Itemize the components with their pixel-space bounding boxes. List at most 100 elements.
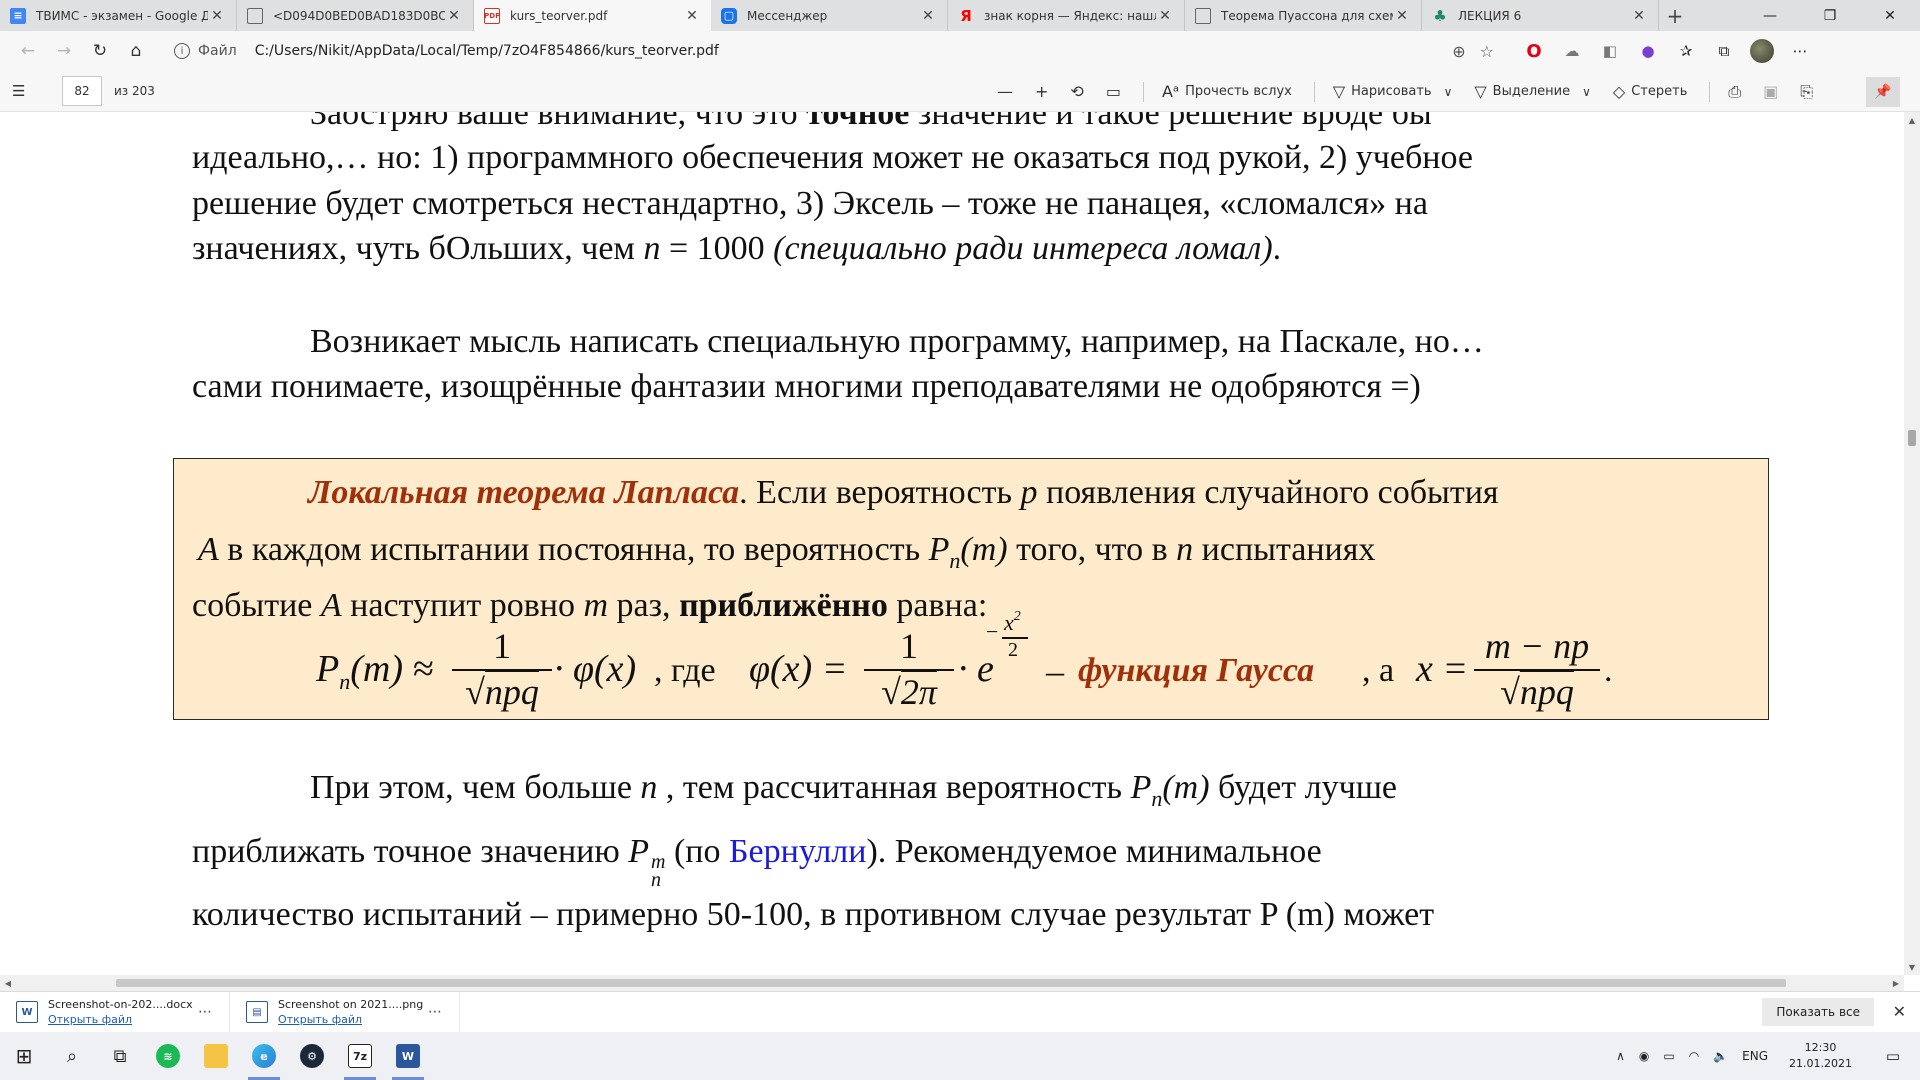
paragraph-line: решение будет смотреться нестандартно, 3… [192, 185, 1428, 222]
close-icon[interactable]: ✕ [1893, 1002, 1906, 1021]
download-filename: Screenshot-on-202....docx [48, 998, 193, 1011]
show-all-downloads-button[interactable]: Показать все [1762, 998, 1874, 1026]
download-item[interactable]: W Screenshot-on-202....docx Открыть файл… [0, 991, 230, 1033]
tab-yandex-search[interactable]: Я знак корня — Яндекс: нашлось ✕ [948, 0, 1185, 31]
zoom-in-button[interactable]: + [1035, 82, 1048, 101]
save-button[interactable]: ▣ [1763, 82, 1778, 101]
document-icon [247, 7, 263, 24]
math-superscript: 2 [1013, 609, 1021, 624]
refresh-icon[interactable]: ↻ [82, 35, 118, 67]
chevron-down-icon[interactable]: ∨ [1444, 85, 1453, 99]
collections-icon[interactable]: ⧉ [1712, 39, 1736, 63]
pdf-viewport: Заостряю ваше внимание, что это точное з… [0, 112, 1904, 975]
minimize-icon[interactable]: — [1740, 0, 1800, 31]
show-hidden-icons-icon[interactable]: ∧ [1616, 1049, 1625, 1063]
tab-google-docs[interactable]: ≡ ТВИМС - экзамен - Google Док ✕ [0, 0, 237, 31]
formula-x-def: x = [1416, 648, 1469, 690]
spotify-icon[interactable]: ≋ [144, 1032, 192, 1080]
favorite-star-icon[interactable]: ☆ [1480, 42, 1494, 61]
highlight-button[interactable]: ▽ Выделение ∨ [1474, 82, 1591, 101]
scroll-right-icon[interactable]: ▶ [1888, 975, 1904, 991]
forward-icon[interactable]: → [46, 35, 82, 67]
wifi-icon[interactable]: ◠ [1689, 1049, 1699, 1063]
close-icon[interactable]: ✕ [1393, 8, 1411, 24]
more-menu-icon[interactable]: ⋯ [1788, 39, 1812, 63]
vertical-scrollbar[interactable]: ▲ ▼ [1904, 112, 1920, 975]
file-explorer-icon[interactable] [192, 1032, 240, 1080]
speaker-icon[interactable]: 🔈 [1713, 1049, 1728, 1063]
eraser-icon: ◇ [1612, 82, 1626, 101]
text: значениях, чуть бОльших, чем [192, 230, 644, 267]
clock[interactable]: 12:30 21.01.2021 [1782, 1040, 1859, 1072]
close-icon[interactable]: ✕ [1630, 8, 1648, 24]
pin-toolbar-icon[interactable]: 📌 [1866, 77, 1900, 107]
gauss-function-label: функция Гаусса [1078, 652, 1315, 689]
url-text[interactable]: C:/Users/Nikit/AppData/Local/Temp/7zO4F8… [255, 43, 1453, 59]
tab-kurs-teorver-pdf[interactable]: PDF kurs_teorver.pdf ✕ [474, 0, 711, 31]
zoom-out-button[interactable]: — [997, 82, 1013, 101]
close-window-icon[interactable]: ✕ [1860, 0, 1920, 31]
fit-page-button[interactable]: ▭ [1106, 82, 1121, 101]
pdf-page: Заостряю ваше внимание, что это точное з… [0, 112, 1904, 975]
scrollbar-thumb[interactable] [116, 979, 1786, 987]
text: . [1272, 230, 1282, 267]
read-aloud-button[interactable]: A͏ᵃ Прочесть вслух [1162, 82, 1292, 101]
bernoulli-link[interactable]: Бернулли [729, 833, 866, 870]
back-icon[interactable]: ← [10, 35, 46, 67]
volume-tray-icon[interactable]: ▭ [1663, 1049, 1674, 1063]
draw-button[interactable]: ▽ Нарисовать ∨ [1333, 82, 1453, 101]
notifications-icon[interactable]: ▭ [1873, 1032, 1913, 1080]
close-icon[interactable]: ✕ [683, 8, 701, 24]
extension-puzzle-icon[interactable]: ◧ [1598, 39, 1622, 63]
page-number-input[interactable]: 82 [62, 76, 102, 106]
restore-icon[interactable]: ❐ [1800, 0, 1860, 31]
url-field[interactable]: i Файл C:/Users/Nikit/AppData/Local/Temp… [164, 36, 1504, 66]
erase-label: Стереть [1631, 84, 1688, 99]
scroll-left-icon[interactable]: ◀ [0, 975, 16, 991]
scrollbar-thumb[interactable] [1908, 430, 1916, 446]
close-icon[interactable]: ✕ [919, 8, 937, 24]
tab-lecture-6[interactable]: ♣ ЛЕКЦИЯ 6 ✕ [1422, 0, 1659, 31]
formula-and: , а [1362, 652, 1395, 689]
close-icon[interactable]: ✕ [208, 8, 226, 24]
profile-avatar[interactable] [1750, 39, 1774, 63]
table-of-contents-icon[interactable]: ☰ [12, 82, 36, 100]
opera-icon[interactable]: O [1522, 39, 1546, 63]
more-options-icon[interactable]: ⋯ [428, 1004, 442, 1020]
scroll-up-icon[interactable]: ▲ [1904, 112, 1920, 128]
scroll-down-icon[interactable]: ▼ [1904, 959, 1920, 975]
open-file-link[interactable]: Открыть файл [48, 1012, 198, 1027]
search-icon[interactable]: ⌕ [48, 1032, 96, 1080]
erase-button[interactable]: ◇ Стереть [1613, 82, 1687, 101]
rotate-button[interactable]: ⟲ [1070, 82, 1083, 101]
close-icon[interactable]: ✕ [1156, 8, 1174, 24]
7zip-icon[interactable]: 7z [336, 1032, 384, 1080]
save-as-button[interactable]: ⎘ [1800, 82, 1813, 102]
info-icon[interactable]: i [174, 43, 190, 59]
language-indicator[interactable]: ENG [1742, 1049, 1768, 1063]
steam-tray-icon[interactable]: ◉ [1639, 1049, 1649, 1063]
chevron-down-icon[interactable]: ∨ [1582, 85, 1591, 99]
windows-start-icon[interactable]: ⊞ [0, 1032, 48, 1080]
horizontal-scrollbar[interactable]: ◀ ▶ [0, 975, 1904, 991]
zoom-icon[interactable]: ⊕ [1452, 42, 1465, 61]
favorites-list-icon[interactable]: ✰ [1674, 39, 1698, 63]
close-icon[interactable]: ✕ [445, 8, 463, 24]
pdf-tools: — + ⟲ ▭ A͏ᵃ Прочесть вслух ▽ Нарисовать … [997, 71, 1835, 112]
edge-browser-icon[interactable]: e [240, 1032, 288, 1080]
open-file-link[interactable]: Открыть файл [278, 1012, 428, 1027]
tab-messenger[interactable]: ▢ Мессенджер ✕ [711, 0, 948, 31]
extension-purple-icon[interactable]: ● [1636, 39, 1660, 63]
word-icon[interactable]: W [384, 1032, 432, 1080]
home-icon[interactable]: ⌂ [118, 35, 154, 67]
new-tab-button[interactable]: + [1659, 0, 1691, 31]
print-button[interactable]: ⎙ [1728, 82, 1741, 102]
download-item[interactable]: ▤ Screenshot on 2021....png Открыть файл… [230, 991, 460, 1033]
more-options-icon[interactable]: ⋯ [198, 1004, 212, 1020]
tab-encoded-doc[interactable]: <D094D0BED0BAD183D0BCD0B ✕ [237, 0, 474, 31]
steam-icon[interactable]: ⚙ [288, 1032, 336, 1080]
text-bold: точное [806, 112, 910, 132]
task-view-icon[interactable]: ⧉ [96, 1032, 144, 1080]
tab-poisson-theorem[interactable]: Теорема Пуассона для схемы Б ✕ [1185, 0, 1422, 31]
extension-cloud-icon[interactable]: ☁ [1560, 39, 1584, 63]
